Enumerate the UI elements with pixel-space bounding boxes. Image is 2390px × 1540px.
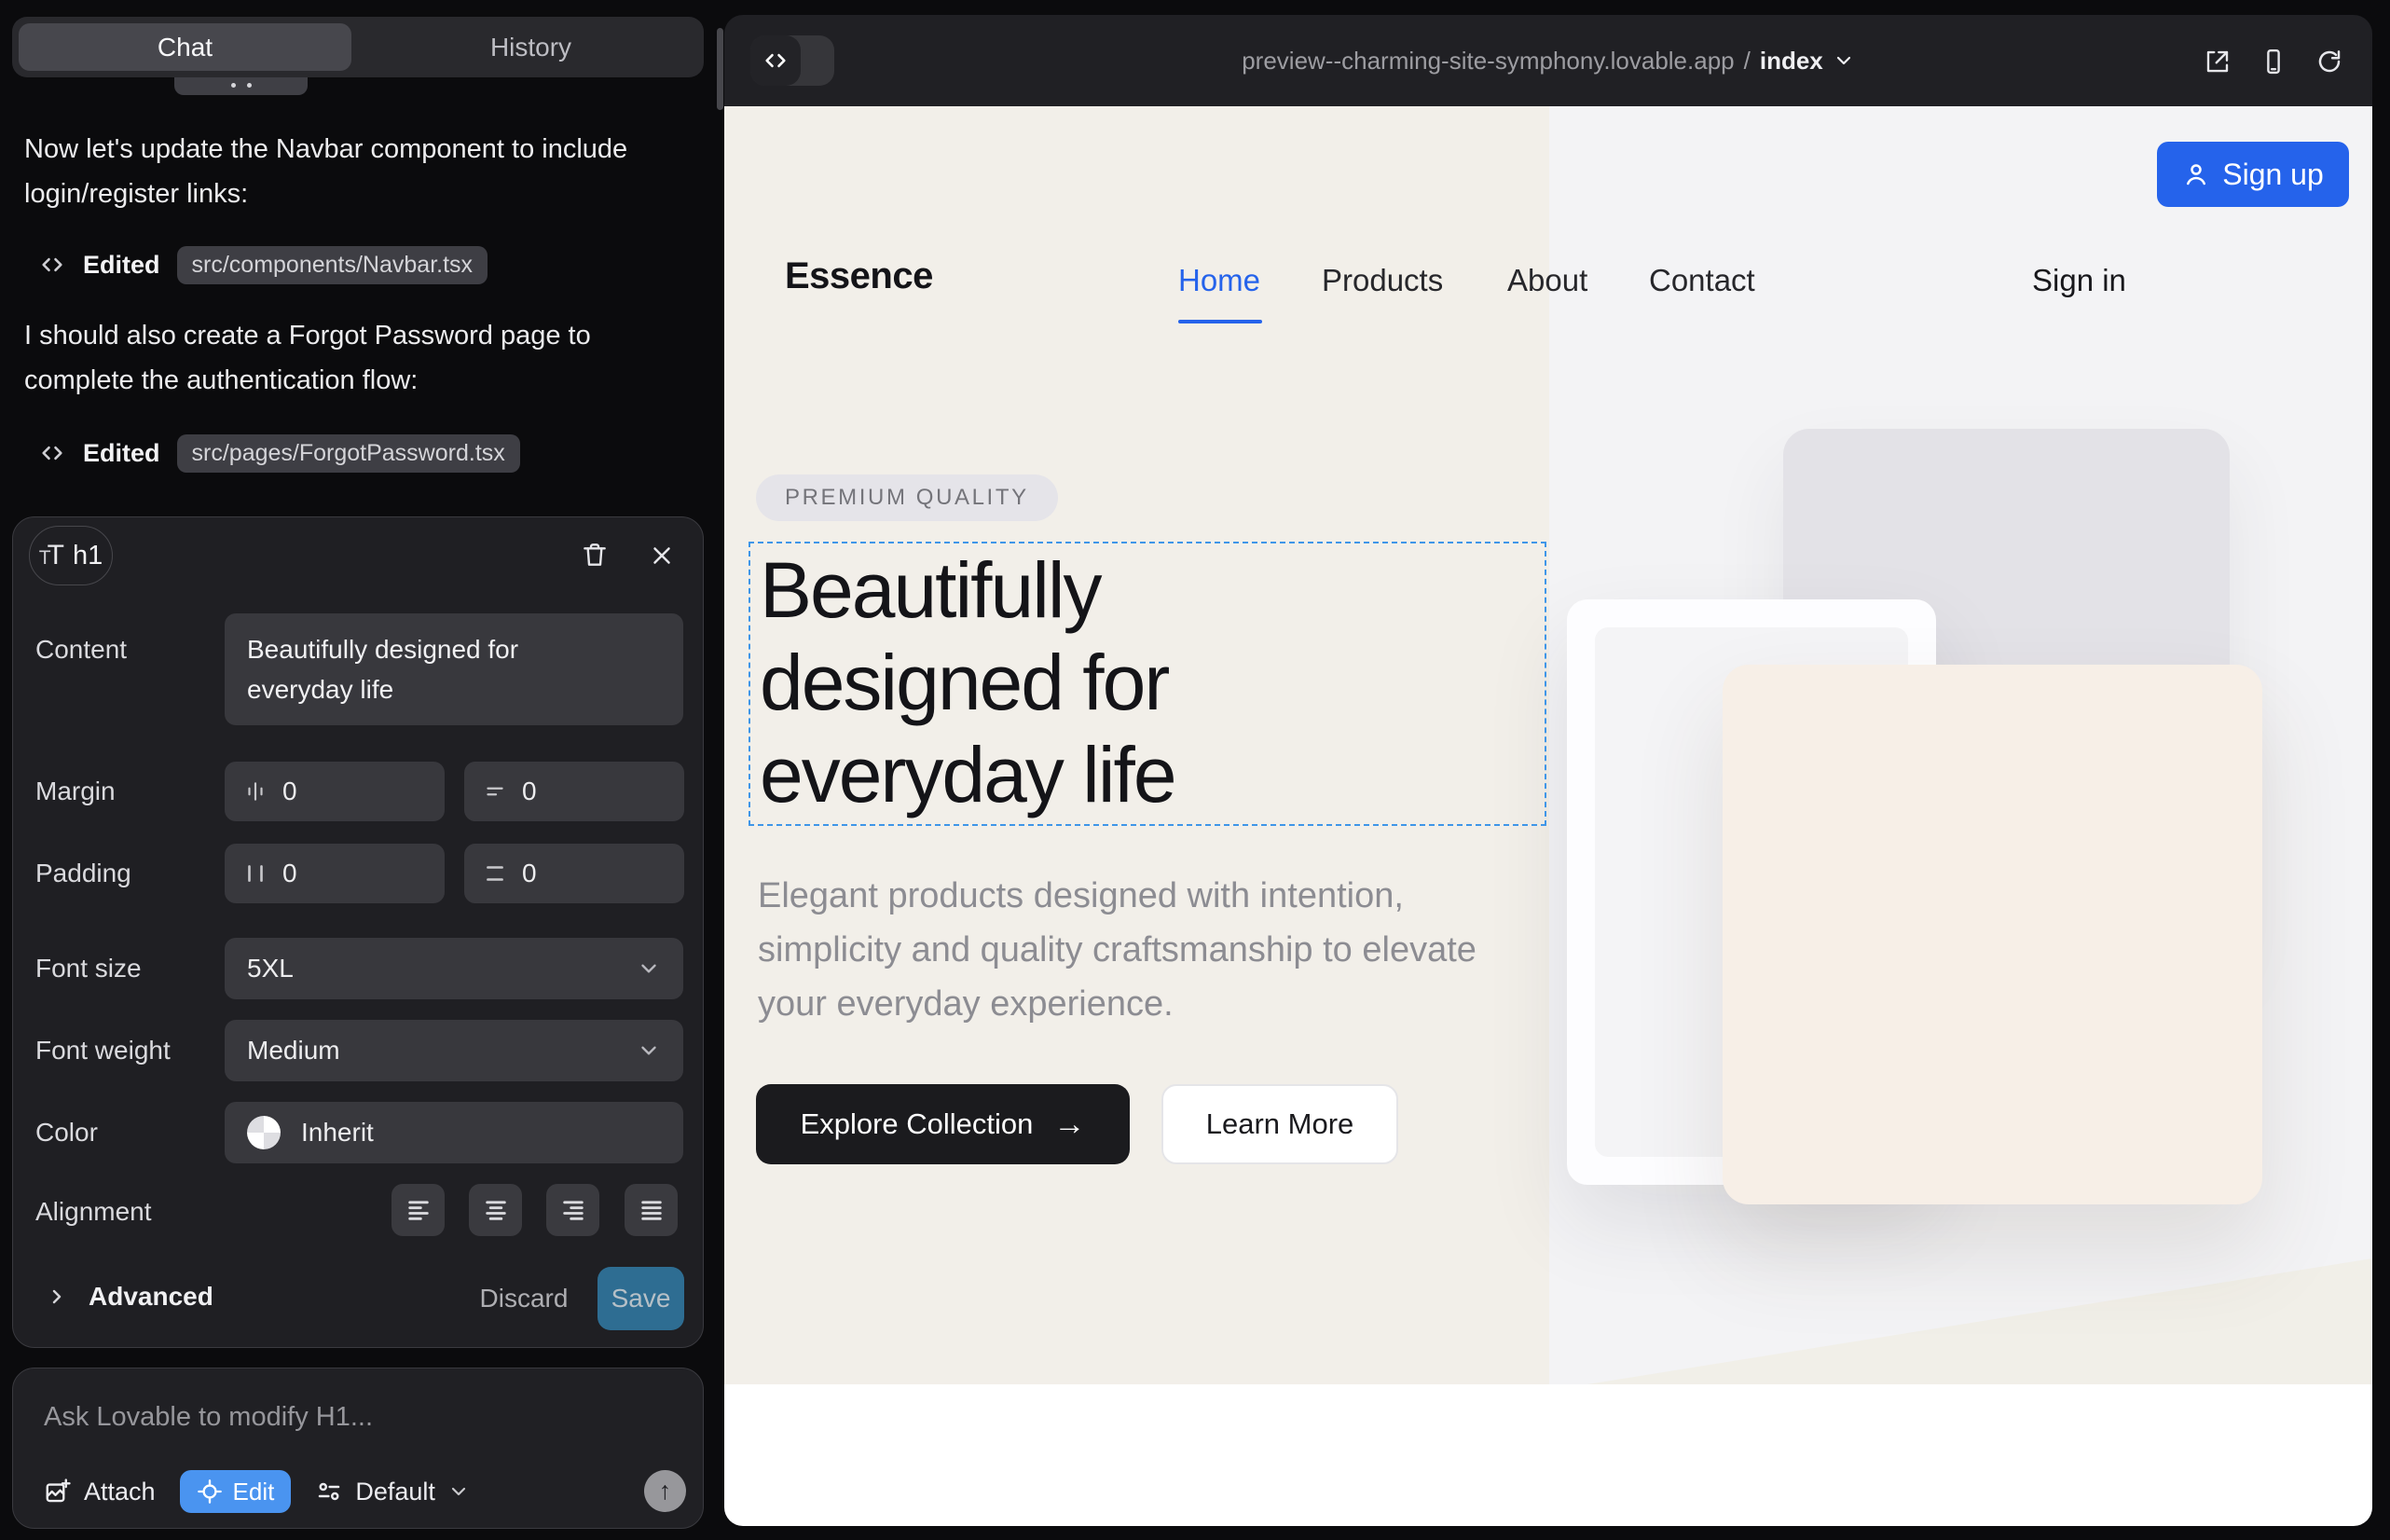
padding-label: Padding: [35, 859, 131, 888]
edited-file-row: Edited src/pages/ForgotPassword.tsx: [38, 433, 520, 474]
code-icon: [38, 439, 66, 467]
url-bar[interactable]: preview--charming-site-symphony.lovable.…: [724, 15, 2372, 106]
hero-heading[interactable]: Beautifully designed for everyday life: [760, 544, 1175, 821]
align-left-button[interactable]: [391, 1184, 445, 1236]
file-badge[interactable]: src/components/Navbar.tsx: [177, 246, 488, 284]
edited-label: Edited: [83, 439, 160, 468]
tab-chat[interactable]: Chat: [19, 23, 351, 71]
align-right-button[interactable]: [546, 1184, 599, 1236]
decor-card-cream: [1723, 665, 2262, 1204]
assistant-message: I should also create a Forgot Password p…: [24, 313, 677, 403]
font-size-label: Font size: [35, 954, 142, 983]
send-button[interactable]: ↑: [644, 1470, 686, 1512]
color-swatch: [247, 1116, 281, 1149]
margin-y-input[interactable]: 0: [464, 762, 684, 821]
mobile-view-icon[interactable]: [2259, 47, 2288, 76]
color-select[interactable]: Inherit: [225, 1102, 683, 1163]
align-justify-icon: [639, 1197, 665, 1223]
attach-image-icon: [44, 1478, 72, 1506]
default-mode-button[interactable]: Default: [315, 1478, 470, 1506]
align-center-icon: [483, 1197, 509, 1223]
margin-x-input[interactable]: 0: [225, 762, 445, 821]
edited-label: Edited: [83, 251, 160, 280]
prompt-toolbar: Attach Edit Default: [44, 1469, 684, 1514]
type-icon: TT: [39, 540, 64, 571]
sign-up-button[interactable]: Sign up: [2157, 142, 2349, 207]
chevron-down-icon[interactable]: [1833, 49, 1855, 72]
align-justify-button[interactable]: [625, 1184, 678, 1236]
hero-section: Essence Home Products About Contact Sign…: [724, 106, 2372, 1384]
user-icon: [2182, 160, 2210, 188]
chevron-down-icon: [447, 1480, 470, 1503]
align-left-icon: [405, 1197, 432, 1223]
rendered-page: Essence Home Products About Contact Sign…: [724, 106, 2372, 1526]
alignment-label: Alignment: [35, 1197, 152, 1227]
nav-link-about[interactable]: About: [1507, 263, 1587, 298]
learn-more-button[interactable]: Learn More: [1161, 1084, 1398, 1164]
tab-history[interactable]: History: [364, 23, 697, 71]
selected-element-tag: TT h1: [29, 526, 113, 585]
tag-name: h1: [73, 541, 103, 571]
prompt-input[interactable]: Ask Lovable to modify H1...: [44, 1402, 373, 1433]
edited-file-row: Edited src/components/Navbar.tsx: [38, 244, 488, 285]
chevron-down-icon: [637, 956, 661, 981]
margin-vertical-icon: [483, 779, 507, 804]
url-page: index: [1760, 47, 1823, 76]
content-label: Content: [35, 635, 127, 665]
delete-element-button[interactable]: [576, 536, 613, 573]
font-weight-label: Font weight: [35, 1036, 171, 1066]
padding-horizontal-icon: [243, 861, 268, 886]
edit-mode-button[interactable]: Edit: [180, 1470, 292, 1513]
content-input[interactable]: Beautifully designed for everyday life: [225, 613, 683, 725]
padding-y-input[interactable]: 0: [464, 844, 684, 903]
nav-link-home[interactable]: Home: [1178, 263, 1260, 298]
assistant-message: Now let's update the Navbar component to…: [24, 127, 677, 216]
color-label: Color: [35, 1118, 98, 1148]
chat-sidebar: Chat History Now let's update the Navbar…: [0, 0, 724, 1540]
app-window: Chat History Now let's update the Navbar…: [0, 0, 2390, 1540]
chat-scrollbar-thumb[interactable]: [717, 28, 723, 110]
font-size-select[interactable]: 5XL: [225, 938, 683, 999]
save-button[interactable]: Save: [598, 1267, 684, 1330]
margin-label: Margin: [35, 777, 116, 806]
font-weight-select[interactable]: Medium: [225, 1020, 683, 1081]
scrolled-badge-partial: [174, 77, 308, 95]
padding-x-input[interactable]: 0: [225, 844, 445, 903]
element-editor-panel: TT h1 Content Beautifully designed for e…: [12, 516, 704, 1348]
arrow-right-icon: →: [1053, 1107, 1085, 1143]
discard-button[interactable]: Discard: [468, 1284, 580, 1313]
explore-collection-button[interactable]: Explore Collection →: [756, 1084, 1130, 1164]
padding-vertical-icon: [483, 861, 507, 886]
prompt-box: Ask Lovable to modify H1... Attach Edit …: [12, 1368, 704, 1529]
nav-link-contact[interactable]: Contact: [1649, 263, 1755, 298]
nav-active-underline: [1178, 320, 1262, 323]
attach-button[interactable]: Attach: [44, 1478, 156, 1506]
preview-window: preview--charming-site-symphony.lovable.…: [724, 15, 2372, 1526]
chevron-down-icon: [637, 1038, 661, 1063]
align-center-button[interactable]: [469, 1184, 522, 1236]
url-domain: preview--charming-site-symphony.lovable.…: [1242, 47, 1734, 76]
arrow-up-icon: ↑: [659, 1477, 672, 1506]
target-icon: [197, 1478, 223, 1505]
hero-bg-wedge: [1587, 1258, 2372, 1384]
hero-paragraph: Elegant products designed with intention…: [758, 869, 1485, 1031]
chevron-right-icon: [46, 1286, 68, 1308]
refresh-icon[interactable]: [2314, 47, 2344, 76]
chat-history-tabbar: Chat History: [12, 17, 704, 77]
nav-link-products[interactable]: Products: [1322, 263, 1443, 298]
sign-in-link[interactable]: Sign in: [2032, 263, 2126, 298]
code-icon: [38, 251, 66, 279]
open-external-icon[interactable]: [2203, 47, 2232, 76]
align-right-icon: [560, 1197, 586, 1223]
advanced-toggle[interactable]: Advanced: [46, 1282, 213, 1312]
site-logo[interactable]: Essence: [785, 255, 933, 297]
url-separator: /: [1744, 47, 1751, 76]
chrome-actions: [2203, 47, 2344, 76]
close-editor-button[interactable]: [643, 537, 680, 574]
quality-badge: PREMIUM QUALITY: [756, 474, 1058, 521]
file-badge[interactable]: src/pages/ForgotPassword.tsx: [177, 434, 520, 473]
margin-horizontal-icon: [243, 779, 268, 804]
sliders-icon: [315, 1478, 343, 1506]
